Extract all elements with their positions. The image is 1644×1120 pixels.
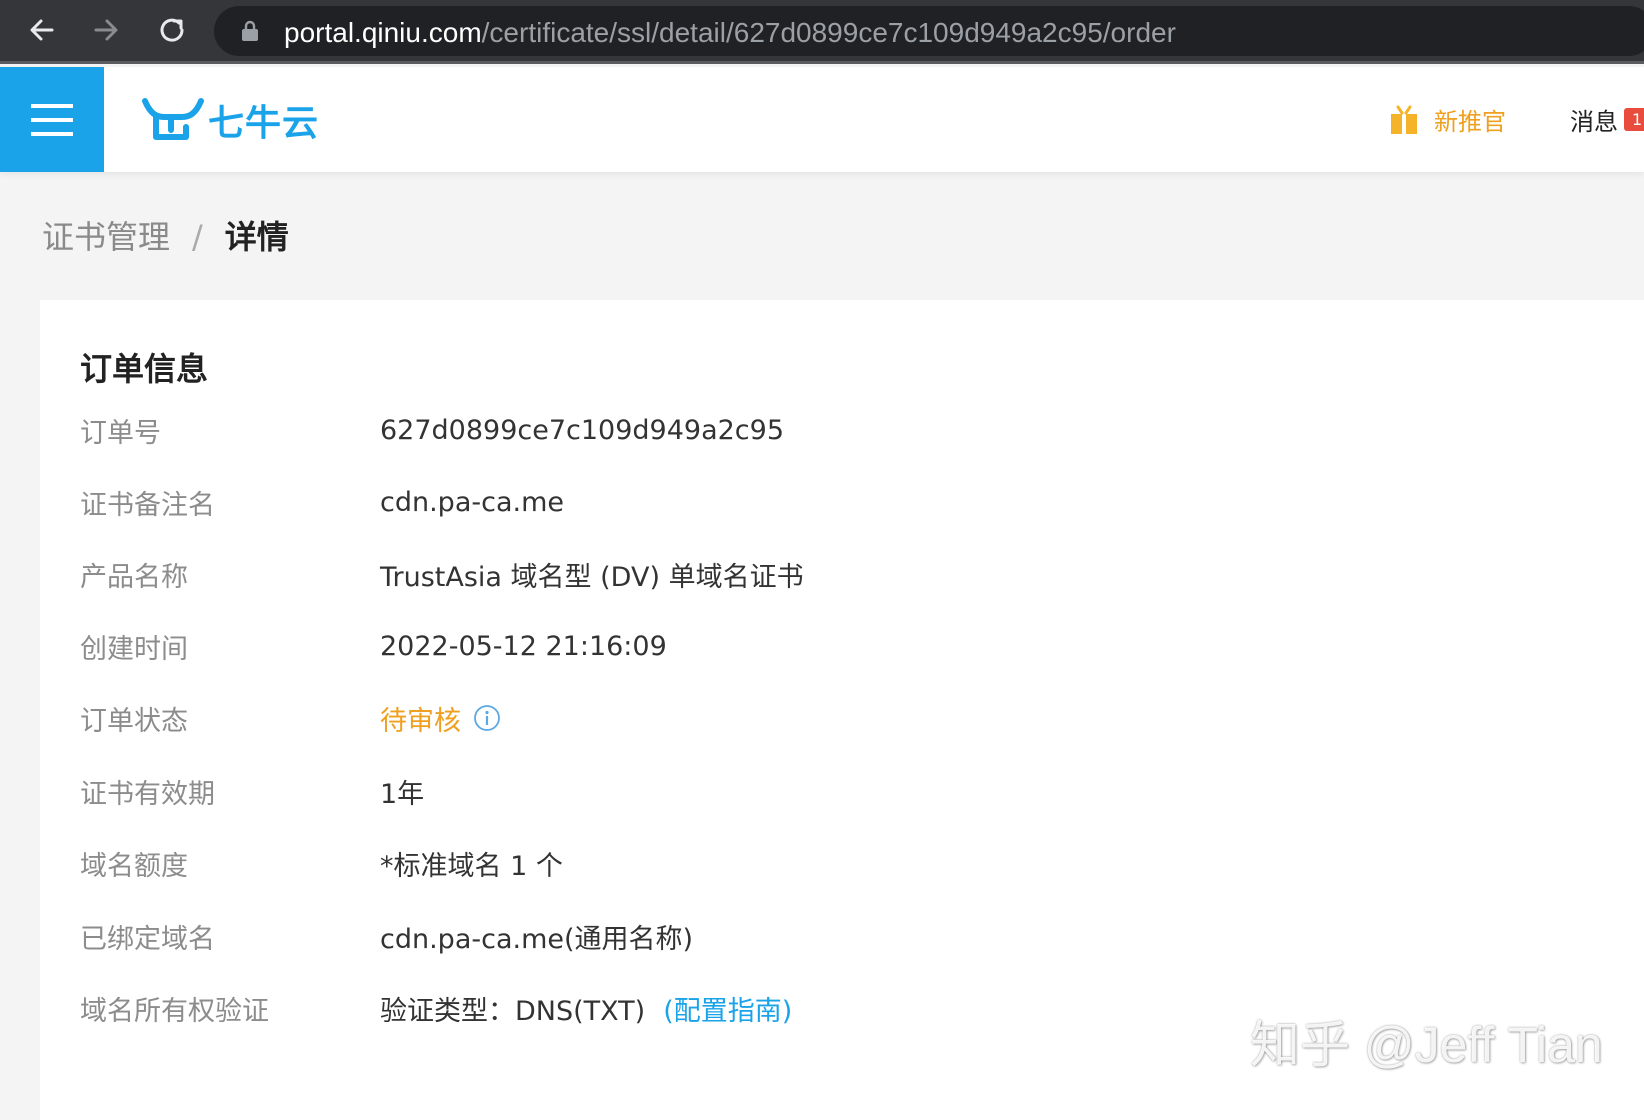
row-label: 证书有效期 (80, 778, 215, 810)
row-value: 验证类型：DNS(TXT) (配置指南) (380, 989, 792, 1028)
row-validity: 证书有效期 1年 (80, 771, 1580, 811)
row-value: 待审核 (380, 699, 501, 738)
breadcrumb-current: 详情 (224, 218, 289, 256)
breadcrumb-parent[interactable]: 证书管理 (42, 218, 170, 256)
zhihu-watermark: 知乎 @Jeff Tian (1250, 1017, 1603, 1073)
order-info-card: 订单信息 订单号 627d0899ce7c109d949a2c95 证书备注名 … (40, 300, 1644, 1120)
row-label: 产品名称 (80, 561, 188, 593)
lock-icon (242, 20, 258, 41)
logo-text: 七牛云 (208, 102, 320, 143)
menu-button[interactable] (0, 67, 104, 172)
row-label: 创建时间 (80, 633, 188, 665)
hamburger-icon (31, 103, 73, 136)
status-pending: 待审核 (380, 705, 461, 737)
row-order-id: 订单号 627d0899ce7c109d949a2c95 (80, 410, 1580, 450)
row-product-name: 产品名称 TrustAsia 域名型 (DV) 单域名证书 (80, 554, 1580, 594)
row-value: 1年 (380, 778, 425, 810)
messages-badge: 1 (1624, 108, 1644, 131)
row-cert-alias: 证书备注名 cdn.pa-ca.me (80, 482, 1580, 522)
qiniu-logo[interactable]: 七牛云 (142, 93, 319, 147)
row-bound-domain: 已绑定域名 cdn.pa-ca.me(通用名称) (80, 916, 1580, 956)
promo-label: 新推官 (1434, 108, 1506, 136)
row-value: cdn.pa-ca.me (380, 486, 564, 518)
qiniu-bull-icon (142, 98, 204, 140)
reload-icon (160, 18, 184, 42)
row-label: 订单状态 (80, 705, 188, 737)
row-label: 订单号 (80, 417, 161, 449)
gift-icon (1391, 105, 1417, 134)
config-guide-link[interactable]: (配置指南) (663, 989, 792, 1028)
row-label: 域名额度 (80, 850, 188, 882)
row-value: TrustAsia 域名型 (DV) 单域名证书 (380, 561, 804, 593)
browser-toolbar: portal.qiniu.com/certificate/ssl/detail/… (0, 0, 1644, 64)
row-value: 627d0899ce7c109d949a2c95 (380, 414, 784, 446)
info-icon[interactable] (473, 704, 501, 732)
url-text: portal.qiniu.com/certificate/ssl/detail/… (284, 17, 1176, 49)
row-created-time: 创建时间 2022-05-12 21:16:09 (80, 626, 1580, 666)
url-path: /certificate/ssl/detail/627d0899ce7c109d… (481, 17, 1176, 48)
card-title: 订单信息 (80, 350, 209, 388)
verification-type: 验证类型：DNS(TXT) (380, 995, 646, 1027)
row-label: 已绑定域名 (80, 923, 215, 955)
row-label: 域名所有权验证 (80, 995, 269, 1027)
row-value: cdn.pa-ca.me(通用名称) (380, 923, 694, 955)
messages-link[interactable]: 消息 1 (1570, 102, 1644, 137)
address-bar[interactable]: portal.qiniu.com/certificate/ssl/detail/… (214, 6, 1644, 56)
row-order-status: 订单状态 待审核 (80, 698, 1580, 738)
url-host: portal.qiniu.com (284, 17, 482, 48)
reload-button[interactable] (150, 8, 194, 52)
row-label: 证书备注名 (80, 489, 215, 521)
row-value: 2022-05-12 21:16:09 (380, 630, 667, 662)
breadcrumb: 证书管理 / 详情 (42, 212, 289, 258)
arrow-left-icon (30, 19, 54, 41)
promo-link[interactable]: 新推官 (1390, 102, 1506, 137)
app-header: 七牛云 新推官 消息 1 (0, 67, 1644, 172)
messages-label: 消息 (1570, 108, 1618, 136)
arrow-right-icon (94, 19, 118, 41)
breadcrumb-separator: / (192, 218, 203, 256)
back-button[interactable] (20, 8, 64, 52)
header-actions: 新推官 消息 1 (1390, 67, 1644, 172)
row-domain-quota: 域名额度 *标准域名 1 个 (80, 843, 1580, 883)
forward-button[interactable] (84, 8, 128, 52)
row-value: *标准域名 1 个 (380, 850, 563, 882)
